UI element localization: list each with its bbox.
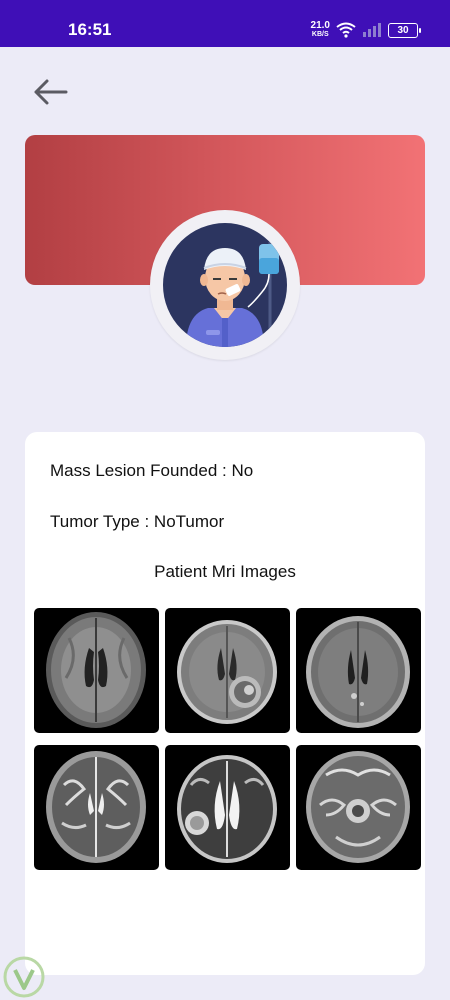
network-speed-value: 21.0	[310, 20, 330, 31]
mri-image-4[interactable]	[34, 745, 159, 870]
network-speed-unit: KB/S	[311, 31, 329, 38]
mri-image-2[interactable]	[165, 608, 290, 733]
mri-image-1[interactable]	[34, 608, 159, 733]
mri-image-3[interactable]	[296, 608, 421, 733]
battery-icon: 30	[388, 22, 421, 38]
patient-avatar-icon	[163, 223, 287, 347]
status-time: 16:51	[68, 20, 112, 39]
network-speed: 21.0 KB/S	[311, 21, 330, 39]
mass-lesion-text: Mass Lesion Founded : No	[50, 461, 254, 480]
watermark-logo	[3, 956, 45, 998]
status-icons: 21.0 KB/S 30	[311, 20, 421, 40]
mri-image-6[interactable]	[296, 745, 421, 870]
wifi-icon	[336, 22, 356, 38]
status-bar: 16:51 21.0 KB/S 30	[0, 0, 450, 47]
mri-section-title: Patient Mri Images	[154, 562, 296, 581]
signal-icon	[363, 23, 381, 37]
mri-image-5[interactable]	[165, 745, 290, 870]
back-button[interactable]	[30, 76, 70, 108]
patient-avatar	[150, 210, 300, 360]
patient-info-card: Mass Lesion Founded : No Tumor Type : No…	[25, 432, 425, 975]
battery-level: 30	[397, 24, 409, 36]
arrow-left-icon	[34, 79, 68, 105]
tumor-type-text: Tumor Type : NoTumor	[50, 512, 225, 531]
